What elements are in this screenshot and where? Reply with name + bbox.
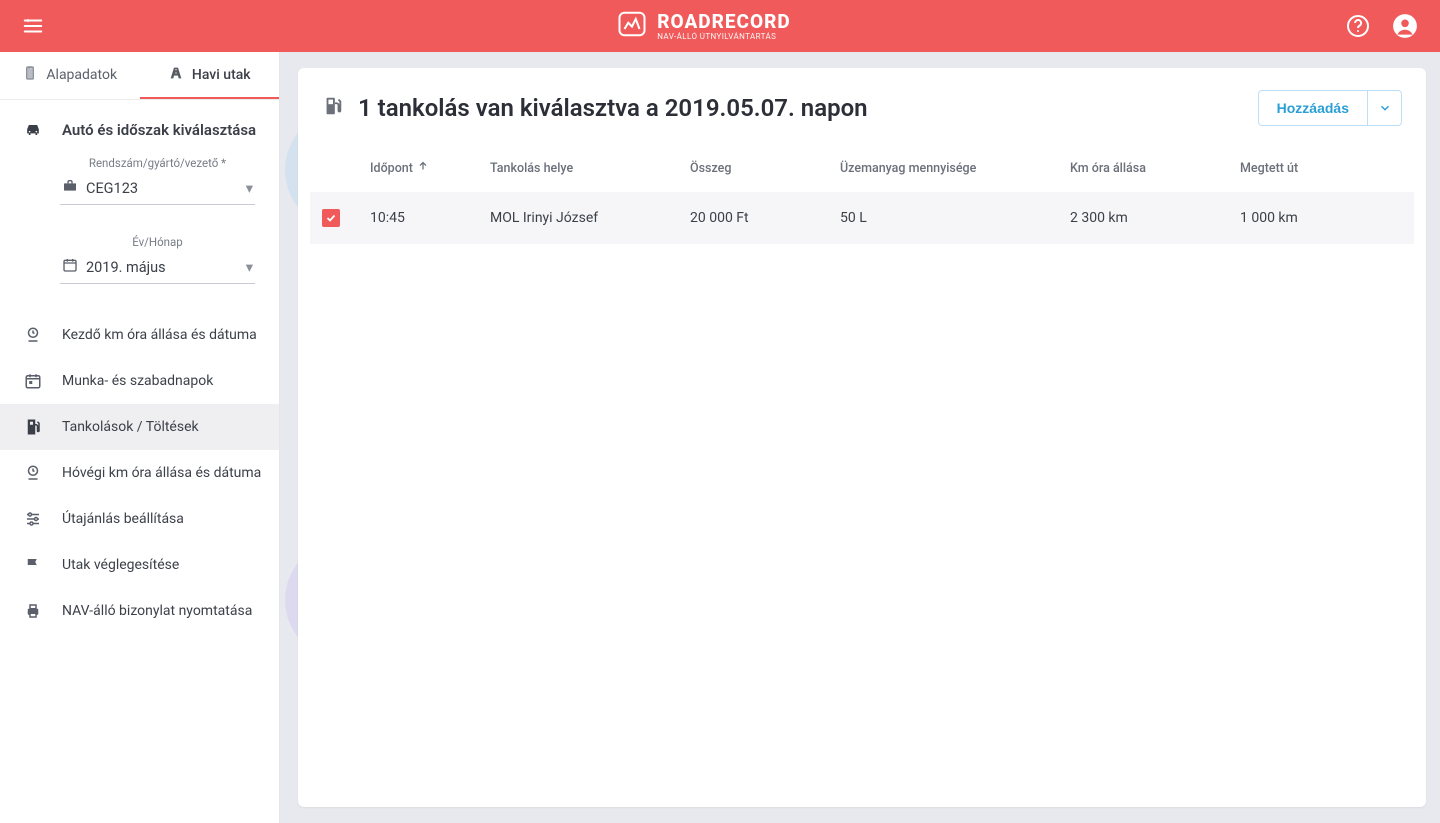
sidebar-tabs: Alapadatok Havi utak	[0, 52, 279, 100]
add-button-group: Hozzáadás	[1258, 90, 1402, 126]
period-value: 2019. május	[86, 259, 238, 276]
sidebar-item-label: Útajánlás beállítása	[62, 511, 184, 527]
add-button[interactable]: Hozzáadás	[1258, 90, 1368, 126]
tab-alapadatok-label: Alapadatok	[46, 67, 117, 83]
calendar-icon	[62, 257, 78, 277]
table-header: Időpont Tankolás helye Összeg Üzemanyag …	[310, 144, 1414, 192]
sidebar-item-label: Hóvégi km óra állása és dátuma	[62, 465, 261, 481]
sidebar-item-finalize[interactable]: Utak véglegesítése	[0, 542, 279, 588]
plate-select[interactable]: CEG123 ▾	[60, 174, 255, 205]
period-label: Év/Hónap	[60, 235, 255, 249]
sidebar-item-label: NAV-álló bizonylat nyomtatása	[62, 603, 252, 619]
road-icon	[168, 65, 184, 85]
brand-text: ROADRECORD NAV-ÁLLÓ ÚTNYILVÁNTARTÁS	[657, 12, 790, 41]
sidebar-section-title-row: Autó és időszak kiválasztása	[0, 100, 279, 156]
sidebar-item-print[interactable]: NAV-álló bizonylat nyomtatása	[0, 588, 279, 634]
col-distance-label: Megtett út	[1240, 161, 1298, 176]
main-area: 1 tankolás van kiválasztva a 2019.05.07.…	[280, 52, 1440, 823]
refueling-table: Időpont Tankolás helye Összeg Üzemanyag …	[310, 144, 1414, 244]
cell-odometer: 2 300 km	[1070, 210, 1240, 226]
page-title: 1 tankolás van kiválasztva a 2019.05.07.…	[358, 94, 868, 122]
sidebar-item-label: Kezdő km óra állása és dátuma	[62, 327, 257, 343]
col-distance[interactable]: Megtett út	[1240, 161, 1402, 176]
col-fuel[interactable]: Üzemanyag mennyisége	[840, 161, 1070, 176]
table-row[interactable]: 10:45 MOL Irinyi József 20 000 Ft 50 L 2…	[310, 192, 1414, 244]
briefcase-icon	[62, 178, 78, 198]
fuel-pump-icon	[322, 95, 344, 121]
col-time[interactable]: Időpont	[370, 160, 490, 176]
calendar-day-icon	[22, 372, 44, 390]
add-button-dropdown[interactable]	[1368, 90, 1402, 126]
col-place[interactable]: Tankolás helye	[490, 161, 690, 176]
printer-icon	[22, 602, 44, 620]
cell-amount: 20 000 Ft	[690, 210, 840, 226]
cell-place: MOL Irinyi József	[490, 210, 690, 226]
sidebar-section-title: Autó és időszak kiválasztása	[62, 121, 256, 139]
tab-havi-utak[interactable]: Havi utak	[140, 52, 280, 99]
sidebar-item-start-km[interactable]: Kezdő km óra állása és dátuma	[0, 312, 279, 358]
clipboard-icon	[22, 65, 38, 85]
content-card: 1 tankolás van kiválasztva a 2019.05.07.…	[298, 68, 1426, 807]
sidebar-item-label: Munka- és szabadnapok	[62, 373, 213, 389]
col-fuel-label: Üzemanyag mennyisége	[840, 161, 976, 176]
col-amount-label: Összeg	[690, 161, 731, 176]
sliders-icon	[22, 510, 44, 528]
sidebar-item-route-settings[interactable]: Útajánlás beállítása	[0, 496, 279, 542]
chevron-down-icon: ▾	[246, 180, 253, 197]
sort-asc-icon	[417, 160, 429, 176]
fuel-pump-icon	[22, 418, 44, 436]
plate-value: CEG123	[86, 180, 238, 197]
plate-select-block: Rendszám/gyártó/vezető * CEG123 ▾	[0, 156, 279, 215]
sidebar-item-end-km[interactable]: Hóvégi km óra állása és dátuma	[0, 450, 279, 496]
help-icon[interactable]	[1346, 14, 1370, 38]
period-select[interactable]: 2019. május ▾	[60, 253, 255, 284]
sidebar-item-refueling[interactable]: Tankolások / Töltések	[0, 404, 279, 450]
clock-odometer-icon	[22, 326, 44, 344]
brand-logo-icon	[617, 9, 647, 43]
col-odometer[interactable]: Km óra állása	[1070, 161, 1240, 176]
sidebar-item-label: Tankolások / Töltések	[62, 419, 199, 435]
app-header: ROADRECORD NAV-ÁLLÓ ÚTNYILVÁNTARTÁS	[0, 0, 1440, 52]
brand-name: ROADRECORD	[657, 12, 790, 31]
sidebar-item-workdays[interactable]: Munka- és szabadnapok	[0, 358, 279, 404]
clock-odometer-icon	[22, 464, 44, 482]
account-icon[interactable]	[1392, 13, 1418, 39]
sidebar-item-label: Utak véglegesítése	[62, 557, 179, 573]
col-place-label: Tankolás helye	[490, 161, 573, 176]
tab-havi-utak-label: Havi utak	[192, 67, 251, 83]
cell-distance: 1 000 km	[1240, 210, 1402, 226]
card-header: 1 tankolás van kiválasztva a 2019.05.07.…	[310, 90, 1414, 144]
col-amount[interactable]: Összeg	[690, 161, 840, 176]
col-odometer-label: Km óra állása	[1070, 161, 1146, 176]
chevron-down-icon: ▾	[246, 259, 253, 276]
plate-label: Rendszám/gyártó/vezető *	[60, 156, 255, 170]
col-time-label: Időpont	[370, 161, 413, 176]
period-select-block: Év/Hónap 2019. május ▾	[0, 235, 279, 294]
cell-fuel: 50 L	[840, 210, 1070, 226]
cell-time: 10:45	[370, 210, 490, 226]
sidebar: Alapadatok Havi utak Autó és időszak kiv…	[0, 52, 280, 823]
collapse-menu-icon[interactable]	[22, 15, 44, 37]
brand-tagline: NAV-ÁLLÓ ÚTNYILVÁNTARTÁS	[657, 33, 790, 41]
flag-icon	[22, 556, 44, 574]
tab-alapadatok[interactable]: Alapadatok	[0, 52, 140, 99]
row-checkbox[interactable]	[322, 209, 340, 227]
car-icon	[22, 120, 44, 140]
